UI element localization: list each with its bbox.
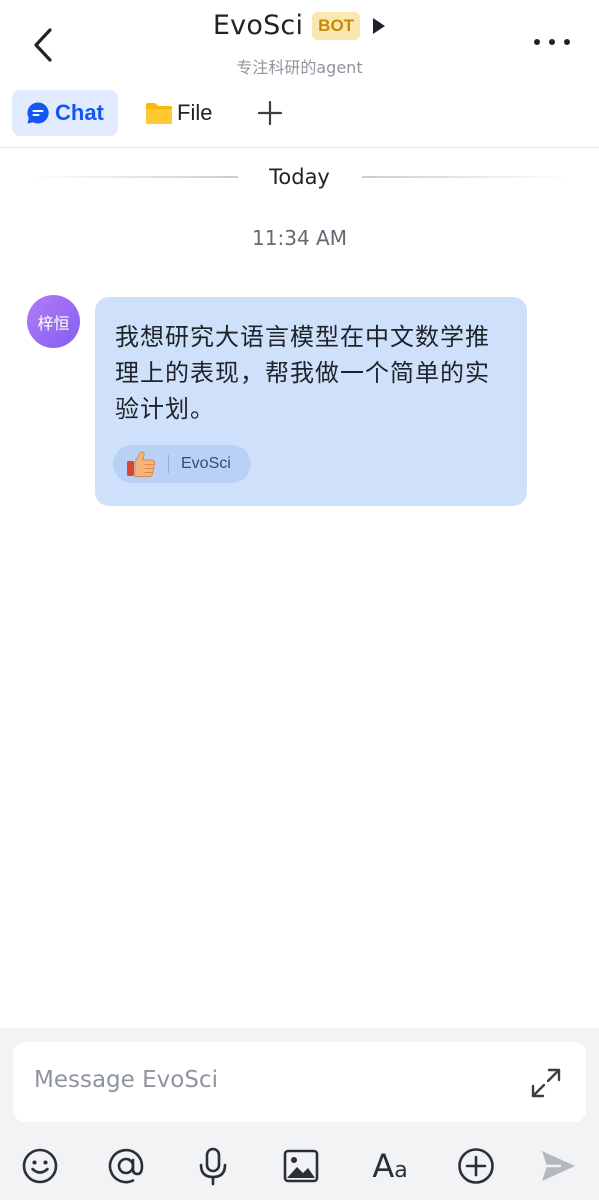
mention-button[interactable]: [106, 1146, 146, 1186]
microphone-icon: [199, 1147, 227, 1186]
play-arrow-icon: [373, 17, 386, 34]
chat-title: EvoSci: [212, 10, 304, 41]
reaction-user: EvoSci: [181, 455, 231, 472]
message-text: 我想研究大语言模型在中文数学推理上的表现，帮我做一个简单的实验计划。: [115, 323, 490, 423]
date-divider: Today: [0, 165, 599, 195]
message-input[interactable]: Message EvoSci: [13, 1042, 586, 1122]
more-dots-icon: [534, 39, 570, 45]
chat-title-row[interactable]: EvoSci BOT: [0, 10, 599, 41]
message-timestamp: 11:34 AM: [252, 226, 347, 250]
chat-subtitle: 专注科研的agent: [236, 58, 363, 77]
image-icon: [283, 1149, 319, 1183]
bot-badge: BOT: [312, 11, 361, 40]
plus-icon: [257, 100, 283, 126]
expand-input-button[interactable]: [529, 1066, 563, 1100]
more-actions-button[interactable]: [456, 1146, 496, 1186]
emoji-button[interactable]: [20, 1146, 60, 1186]
chat-header: EvoSci BOT 专注科研的agent: [0, 0, 599, 88]
send-icon: [542, 1151, 575, 1181]
add-circle-icon: [458, 1148, 494, 1184]
thumbs-up-icon: [127, 451, 156, 477]
voice-button[interactable]: [193, 1146, 233, 1186]
add-tab-button[interactable]: [256, 90, 284, 136]
avatar[interactable]: 梓恒: [27, 295, 80, 348]
tab-file-label: File: [177, 100, 213, 125]
more-options-button[interactable]: [530, 32, 574, 52]
message-input-placeholder: Message EvoSci: [34, 1067, 218, 1093]
expand-icon: [531, 1068, 561, 1098]
divider-line-right: [362, 176, 570, 178]
tab-bar: Chat File: [0, 88, 599, 148]
folder-icon: [146, 103, 172, 124]
send-button[interactable]: [538, 1146, 578, 1186]
message-bubble[interactable]: 我想研究大语言模型在中文数学推理上的表现，帮我做一个简单的实验计划。 EvoSc…: [95, 297, 527, 506]
composer-toolbar: Aa: [0, 1140, 599, 1190]
tab-chat[interactable]: Chat: [12, 90, 118, 136]
tab-file[interactable]: File: [145, 90, 212, 136]
message-composer: Message EvoSci Aa: [0, 1028, 599, 1200]
text-format-icon: Aa: [372, 1147, 408, 1185]
chat-bubble-icon: [27, 102, 49, 124]
mention-icon: [108, 1148, 144, 1184]
tab-chat-label: Chat: [55, 100, 104, 125]
reaction-separator: [168, 455, 169, 473]
image-button[interactable]: [281, 1146, 321, 1186]
emoji-icon: [22, 1148, 58, 1184]
reaction-chip[interactable]: EvoSci: [113, 445, 251, 483]
text-format-button[interactable]: Aa: [368, 1146, 412, 1186]
